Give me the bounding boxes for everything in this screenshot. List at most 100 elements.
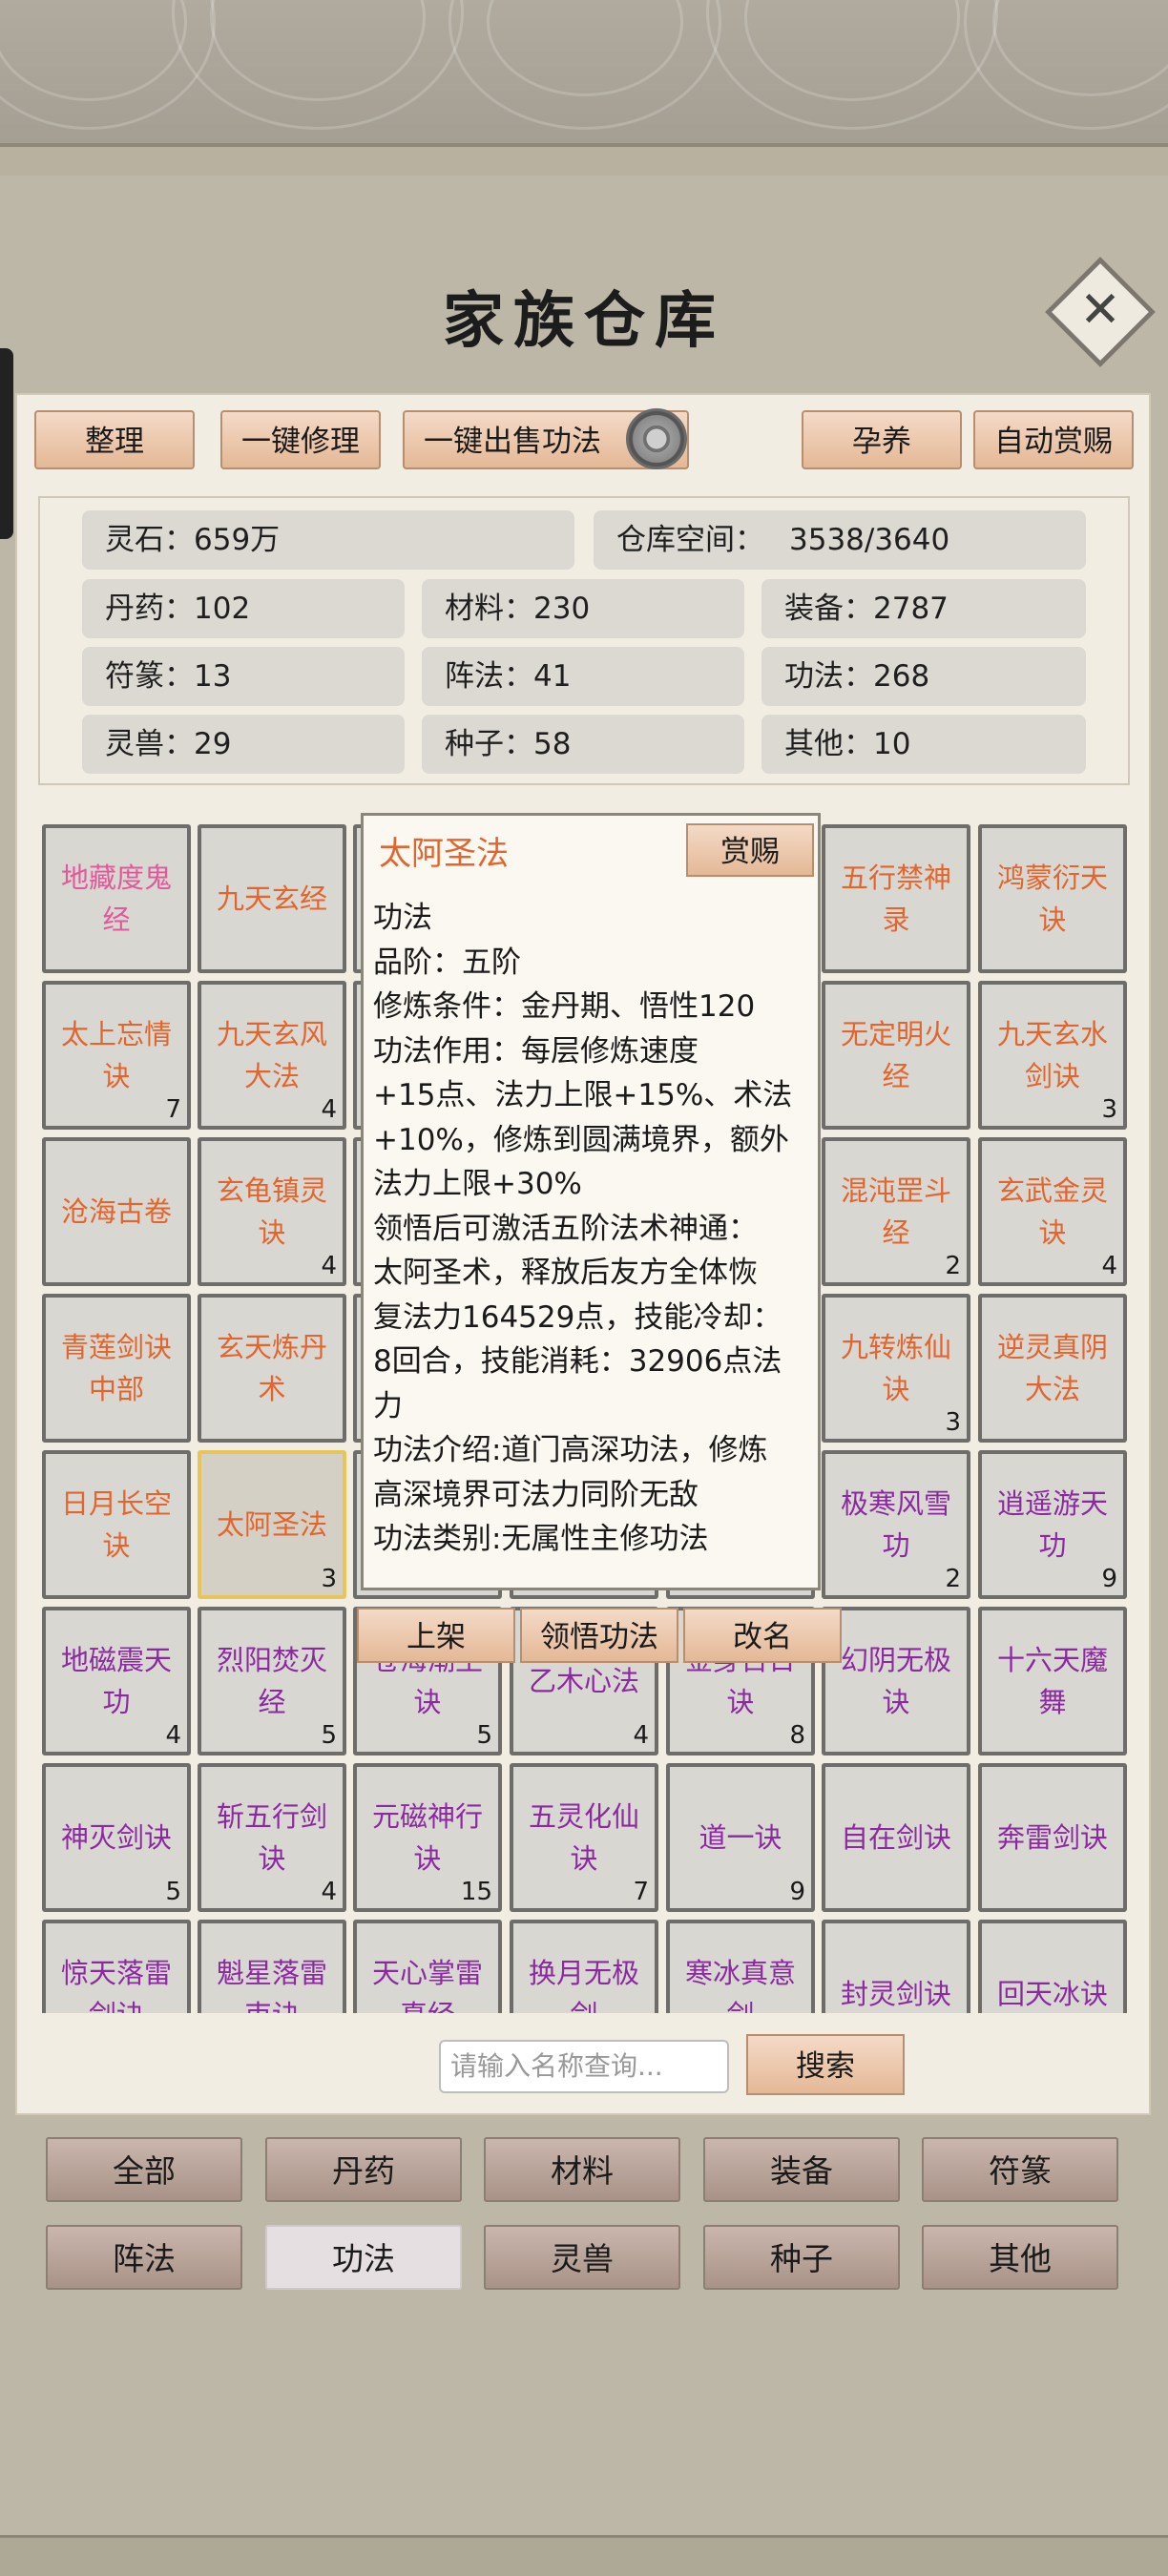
item-name: 极寒风雪功 — [840, 1487, 951, 1562]
item-name: 封灵剑诀 — [840, 1978, 951, 2010]
item-slot[interactable]: 换月无极剑 — [510, 1920, 658, 2013]
stat-equipment: 装备：2787 — [761, 579, 1086, 638]
item-count: 3 — [945, 1408, 961, 1437]
tooltip-line: 功法作用：每层修炼速度 — [373, 1033, 699, 1069]
nurture-button[interactable]: 孕养 — [802, 410, 962, 469]
item-slot[interactable]: 逆灵真阴大法 — [978, 1294, 1127, 1443]
category-tab[interactable]: 阵法 — [46, 2225, 242, 2290]
close-icon[interactable]: ✕ — [1067, 277, 1134, 343]
item-count: 5 — [165, 1878, 181, 1906]
item-slot[interactable]: 九天玄水剑诀 3 — [978, 981, 1127, 1130]
item-slot[interactable]: 五灵化仙诀 7 — [510, 1763, 658, 1912]
stat-materials: 材料：230 — [422, 579, 744, 638]
sort-button[interactable]: 整理 — [34, 410, 195, 469]
tooltip-line: 8回合，技能消耗：32906点法 — [373, 1344, 782, 1379]
tooltip-line: 功法介绍:道门高深功法，修炼 — [373, 1433, 768, 1467]
side-tab[interactable] — [0, 348, 13, 539]
item-slot[interactable]: 地藏度鬼经 — [42, 824, 191, 973]
category-tab[interactable]: 种子 — [703, 2225, 900, 2290]
item-slot[interactable]: 幻阴无极诀 — [822, 1607, 970, 1755]
category-tab[interactable]: 全部 — [46, 2137, 242, 2202]
item-name: 沧海古卷 — [60, 1195, 172, 1228]
category-tab[interactable]: 符篆 — [922, 2137, 1118, 2202]
stat-techniques: 功法：268 — [761, 647, 1086, 706]
item-slot[interactable]: 神灭剑诀 5 — [42, 1763, 191, 1912]
item-name: 五行禁神录 — [840, 862, 951, 936]
item-slot[interactable]: 烈阳焚灭经 5 — [198, 1607, 346, 1755]
item-name: 奔雷剑诀 — [996, 1821, 1108, 1854]
repair-all-button[interactable]: 一键修理 — [220, 410, 381, 469]
comprehend-button[interactable]: 领悟功法 — [520, 1608, 678, 1663]
item-name: 道一诀 — [699, 1821, 782, 1854]
item-count: 2 — [945, 1252, 961, 1280]
item-count: 4 — [321, 1095, 337, 1124]
item-name: 玄武金灵诀 — [996, 1174, 1108, 1249]
tooltip-description: 功法 品阶：五阶 修炼条件：金丹期、悟性120 功法作用：每层修炼速度 +15点、法力上… — [373, 896, 812, 1562]
item-count: 4 — [321, 1878, 337, 1906]
list-button[interactable]: 上架 — [357, 1608, 515, 1663]
item-slot[interactable]: 逍遥游天功 9 — [978, 1450, 1127, 1599]
item-slot[interactable]: 天心掌雷真经 — [353, 1920, 502, 2013]
item-slot[interactable]: 地磁震天功 4 — [42, 1607, 191, 1755]
item-name: 九天玄风大法 — [216, 1018, 327, 1092]
item-slot[interactable]: 魁星落雷束诀 — [198, 1920, 346, 2013]
search-input[interactable]: 请输入名称查询... — [439, 2040, 729, 2093]
item-slot[interactable]: 青莲剑诀中部 — [42, 1294, 191, 1443]
storage-label: 仓库空间： — [616, 523, 764, 557]
item-slot[interactable]: 混沌罡斗经 2 — [822, 1137, 970, 1286]
category-tab[interactable]: 灵兽 — [484, 2225, 680, 2290]
item-slot[interactable]: 奔雷剑诀 — [978, 1763, 1127, 1912]
item-name: 青莲剑诀中部 — [60, 1331, 172, 1405]
item-count: 4 — [633, 1721, 649, 1750]
stat-pills: 丹药：102 — [82, 579, 405, 638]
item-slot[interactable]: 惊天落雷剑诀 — [42, 1920, 191, 2013]
item-slot[interactable]: 日月长空诀 — [42, 1450, 191, 1599]
item-name: 地磁震天功 — [60, 1644, 172, 1718]
item-name: 回天冰诀 — [996, 1978, 1108, 2010]
item-slot[interactable]: 太上忘情诀 7 — [42, 981, 191, 1130]
item-slot[interactable]: 玄武金灵诀 4 — [978, 1137, 1127, 1286]
item-count: 5 — [476, 1721, 492, 1750]
item-slot[interactable]: 回天冰诀 — [978, 1920, 1127, 2013]
item-slot[interactable]: 无定明火经 — [822, 981, 970, 1130]
item-slot[interactable]: 太阿圣法 3 — [198, 1450, 346, 1599]
category-tab[interactable]: 丹药 — [265, 2137, 462, 2202]
item-tooltip: 太阿圣法 赏赐 功法 品阶：五阶 修炼条件：金丹期、悟性120 功法作用：每层修炼速度… — [361, 813, 821, 1590]
item-slot[interactable]: 九天玄经 — [198, 824, 346, 973]
category-tab[interactable]: 其他 — [922, 2225, 1118, 2290]
item-slot[interactable]: 斩五行剑诀 4 — [198, 1763, 346, 1912]
tooltip-line: 太阿圣术，释放后友方全体恢 — [373, 1256, 758, 1290]
category-tab[interactable]: 装备 — [703, 2137, 900, 2202]
tooltip-line: 功法 — [373, 901, 432, 935]
tooltip-line: 功法类别:无属性主修功法 — [373, 1522, 709, 1556]
item-count: 7 — [633, 1878, 649, 1906]
item-slot[interactable]: 自在剑诀 — [822, 1763, 970, 1912]
rename-button[interactable]: 改名 — [683, 1608, 842, 1663]
reward-button[interactable]: 赏赐 — [686, 823, 814, 877]
item-name: 换月无极剑 — [528, 1957, 639, 2013]
item-slot[interactable]: 极寒风雪功 2 — [822, 1450, 970, 1599]
item-slot[interactable]: 十六天魔舞 — [978, 1607, 1127, 1755]
item-name: 逆灵真阴大法 — [996, 1331, 1108, 1405]
category-tab[interactable]: 功法 — [265, 2225, 462, 2290]
item-slot[interactable]: 九天玄风大法 4 — [198, 981, 346, 1130]
item-slot[interactable]: 九转炼仙诀 3 — [822, 1294, 970, 1443]
item-slot[interactable]: 寒冰真意剑 — [666, 1920, 815, 2013]
item-slot[interactable]: 鸿蒙衍天诀 — [978, 824, 1127, 973]
stat-other: 其他：10 — [761, 715, 1086, 774]
item-slot[interactable]: 道一诀 9 — [666, 1763, 815, 1912]
item-slot[interactable]: 元磁神行诀 15 — [353, 1763, 502, 1912]
auto-reward-button[interactable]: 自动赏赐 — [973, 410, 1134, 469]
category-tab[interactable]: 材料 — [484, 2137, 680, 2202]
item-slot[interactable]: 封灵剑诀 — [822, 1920, 970, 2013]
item-slot[interactable]: 玄天炼丹术 — [198, 1294, 346, 1443]
item-name: 鸿蒙衍天诀 — [996, 862, 1108, 936]
item-slot[interactable]: 沧海古卷 — [42, 1137, 191, 1286]
item-count: 5 — [321, 1721, 337, 1750]
item-name: 魁星落雷束诀 — [216, 1957, 327, 2013]
stat-storage: 仓库空间： 3538/3640 — [594, 510, 1086, 570]
gear-icon[interactable] — [626, 408, 687, 469]
item-slot[interactable]: 玄龟镇灵诀 4 — [198, 1137, 346, 1286]
item-slot[interactable]: 五行禁神录 — [822, 824, 970, 973]
search-button[interactable]: 搜索 — [746, 2034, 905, 2095]
